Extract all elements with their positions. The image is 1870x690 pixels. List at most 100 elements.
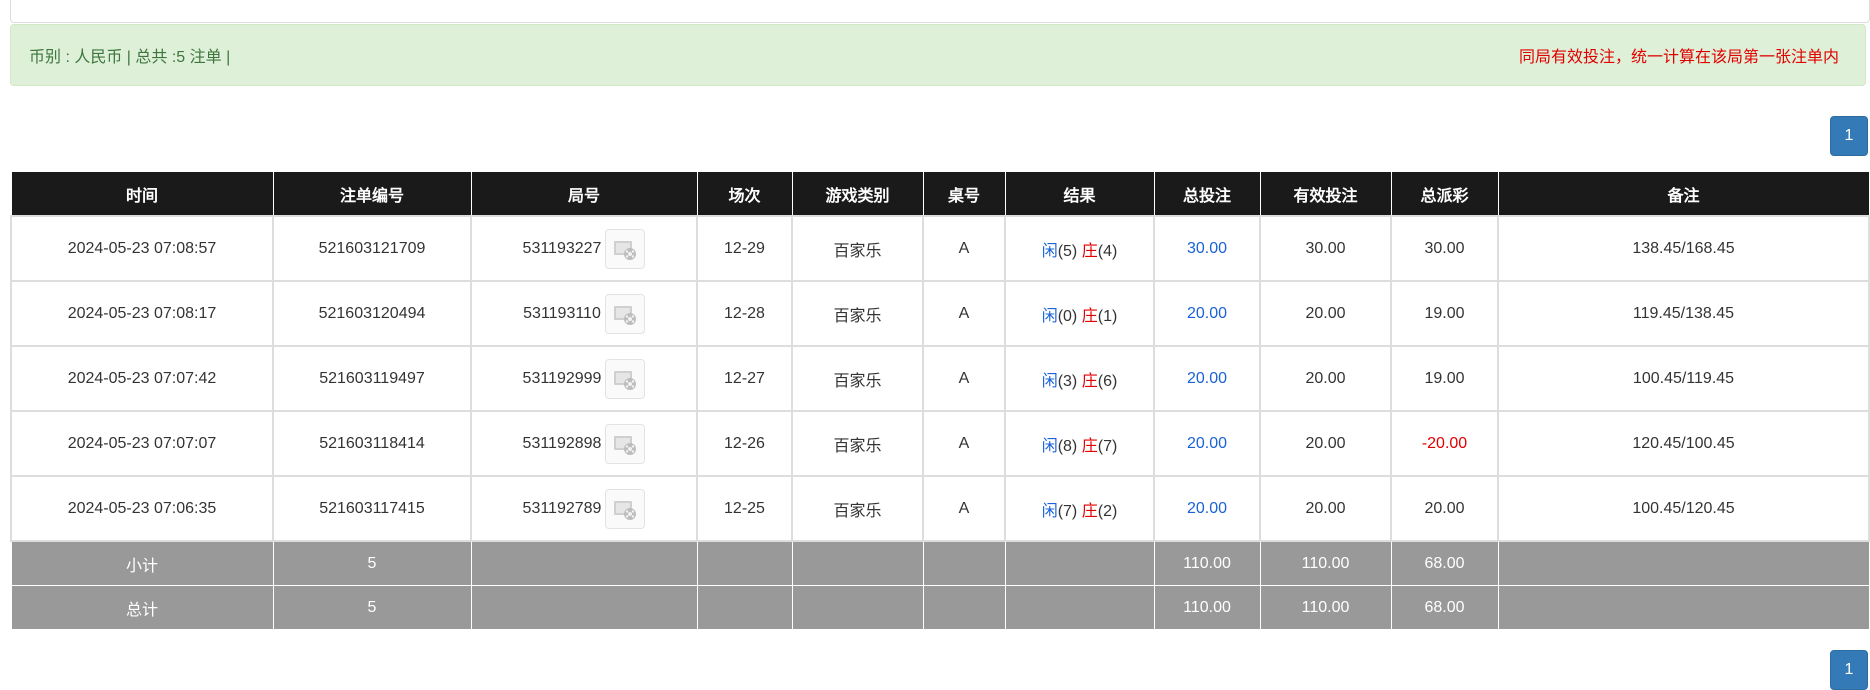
shoe-number: 12-28 <box>724 304 765 322</box>
cell-valid-bet: 30.00 <box>1259 215 1392 282</box>
bet-time: 2024-05-23 07:08:17 <box>67 304 217 322</box>
cell-valid-bet: 20.00 <box>1259 345 1392 412</box>
payout: 19.00 <box>1424 369 1465 387</box>
remark: 100.45/120.45 <box>1632 499 1735 517</box>
video-replay-icon[interactable] <box>605 488 646 529</box>
table-number: A <box>958 239 970 257</box>
cell-empty <box>1004 540 1155 586</box>
player-score: (7) <box>1057 502 1078 520</box>
banker-label: 庄 <box>1081 437 1098 455</box>
video-replay-icon[interactable] <box>605 358 646 399</box>
bet-id: 521603118414 <box>319 434 425 452</box>
subtotal-total-bet: 110.00 <box>1183 554 1231 572</box>
valid-bet: 20.00 <box>1305 499 1346 517</box>
cell-empty <box>791 585 924 630</box>
cell-sum-valid-bet: 110.00 <box>1259 585 1392 630</box>
cell-sum-label: 小计 <box>10 540 274 586</box>
cell-remark: 119.45/138.45 <box>1497 280 1870 347</box>
payout: 20.00 <box>1424 499 1465 517</box>
game-type: 百家乐 <box>833 502 882 520</box>
cell-result: 闲(3) 庄(6) <box>1004 345 1155 412</box>
game-type: 百家乐 <box>833 372 882 390</box>
cell-result: 闲(7) 庄(2) <box>1004 475 1155 542</box>
cell-table: A <box>922 410 1006 477</box>
cell-payout: 19.00 <box>1390 345 1499 412</box>
bet-time: 2024-05-23 07:06:35 <box>67 499 217 517</box>
round-id: 531192999 <box>522 369 602 387</box>
column-header: 结果 <box>1004 171 1155 217</box>
player-label: 闲 <box>1041 502 1058 520</box>
valid-bet: 20.00 <box>1305 434 1346 452</box>
remark: 100.45/119.45 <box>1632 369 1735 387</box>
game-type: 百家乐 <box>833 242 882 260</box>
cell-bet-id: 521603117415 <box>272 475 472 542</box>
cell-sum-label: 总计 <box>10 585 274 630</box>
video-replay-icon[interactable] <box>605 228 646 269</box>
table-row: 2024-05-23 07:07:42 521603119497 531192999… <box>10 345 1870 412</box>
game-type: 百家乐 <box>833 437 882 455</box>
summary-alert: 币别 : 人民币 | 总共 :5 注单 | 同局有效投注，统一计算在该局第一张注… <box>10 24 1866 86</box>
cell-sum-total-bet: 110.00 <box>1153 540 1261 586</box>
cell-remark: 100.45/119.45 <box>1497 345 1870 412</box>
cell-round-id: 531193227 <box>470 215 698 282</box>
cell-game: 百家乐 <box>791 475 924 542</box>
cell-remark: 100.45/120.45 <box>1497 475 1870 542</box>
payout: -20.00 <box>1421 434 1468 452</box>
bet-note: 同局有效投注，统一计算在该局第一张注单内 <box>1518 49 1839 66</box>
table-number: A <box>958 499 970 517</box>
cell-payout: 19.00 <box>1390 280 1499 347</box>
cell-payout: 20.00 <box>1390 475 1499 542</box>
cell-total-bet: 30.00 <box>1153 215 1261 282</box>
banker-score: (6) <box>1097 372 1118 390</box>
bet-time: 2024-05-23 07:07:07 <box>67 434 217 452</box>
total-bet: 20.00 <box>1186 369 1228 387</box>
pagination-page-top[interactable]: 1 <box>1830 116 1868 156</box>
cell-total-bet: 20.00 <box>1153 410 1261 477</box>
table-row: 2024-05-23 07:08:57 521603121709 531193227… <box>10 215 1870 282</box>
cell-shoe: 12-25 <box>696 475 793 542</box>
cell-time: 2024-05-23 07:08:57 <box>10 215 274 282</box>
bet-id: 521603121709 <box>318 239 426 257</box>
shoe-number: 12-26 <box>724 434 765 452</box>
cell-remark: 120.45/100.45 <box>1497 410 1870 477</box>
cell-sum-payout: 68.00 <box>1390 540 1499 586</box>
round-id: 531193110 <box>523 304 601 322</box>
cell-time: 2024-05-23 07:07:42 <box>10 345 274 412</box>
table-number: A <box>958 369 970 387</box>
valid-bet: 30.00 <box>1305 239 1346 257</box>
video-replay-icon[interactable] <box>604 293 645 334</box>
valid-bet: 20.00 <box>1305 304 1346 322</box>
banker-label: 庄 <box>1081 502 1098 520</box>
video-replay-icon[interactable] <box>605 423 646 464</box>
currency-summary: 币别 : 人民币 | 总共 :5 注单 | <box>29 49 231 66</box>
pagination-page-bottom[interactable]: 1 <box>1830 650 1868 690</box>
game-type: 百家乐 <box>833 307 882 325</box>
cell-sum-valid-bet: 110.00 <box>1259 540 1392 586</box>
cell-payout: 30.00 <box>1390 215 1499 282</box>
cell-shoe: 12-28 <box>696 280 793 347</box>
cell-table: A <box>922 215 1006 282</box>
shoe-number: 12-29 <box>724 239 765 257</box>
player-score: (0) <box>1057 307 1078 325</box>
cell-round-id: 531192789 <box>470 475 698 542</box>
cell-empty <box>922 540 1006 586</box>
remark: 119.45/138.45 <box>1632 304 1735 322</box>
payout: 19.00 <box>1424 304 1465 322</box>
banker-score: (2) <box>1097 502 1118 520</box>
cell-empty <box>1497 540 1870 586</box>
total-bet: 20.00 <box>1186 434 1228 452</box>
player-score: (8) <box>1057 437 1078 455</box>
total-bet: 30.00 <box>1186 239 1228 257</box>
table-number: A <box>958 434 970 452</box>
player-score: (3) <box>1057 372 1078 390</box>
column-header: 注单编号 <box>272 171 472 217</box>
cell-time: 2024-05-23 07:07:07 <box>10 410 274 477</box>
bet-id: 521603119497 <box>319 369 425 387</box>
total-bet: 20.00 <box>1186 499 1228 517</box>
valid-bet: 20.00 <box>1305 369 1346 387</box>
cell-time: 2024-05-23 07:06:35 <box>10 475 274 542</box>
bet-id: 521603117415 <box>319 499 425 517</box>
cell-empty <box>1004 585 1155 630</box>
bet-table: 时间 注单编号 局号 场次 游戏类别 桌号 结果 总投注 有效投注 总派彩 备注 2024-05-2… <box>10 171 1870 630</box>
cell-sum-count: 5 <box>272 585 472 630</box>
